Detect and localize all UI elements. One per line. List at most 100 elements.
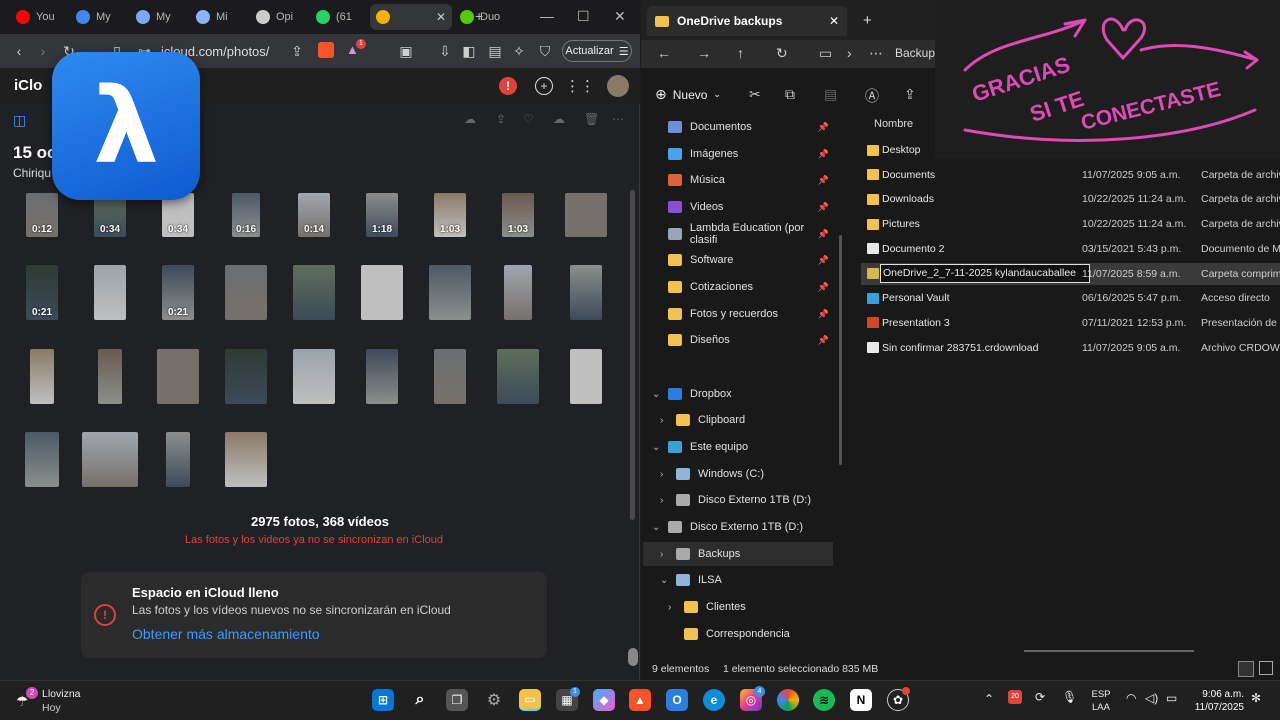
photo-thumbnail[interactable] (94, 265, 126, 320)
cut-icon[interactable]: ✂ (749, 86, 761, 103)
photo-thumbnail[interactable] (225, 349, 267, 404)
more-breadcrumb-icon[interactable]: ⋯ (869, 45, 883, 62)
wifi-icon[interactable]: ◠ (1126, 691, 1136, 705)
nav-item[interactable]: › Clientes (643, 595, 833, 619)
photo-thumbnail[interactable] (504, 265, 532, 320)
calendar-icon[interactable]: 20 (1008, 690, 1022, 704)
photo-thumbnail[interactable] (429, 265, 471, 320)
outlook-icon[interactable]: O (666, 689, 688, 711)
details-view-icon[interactable] (1238, 661, 1254, 677)
paste-icon[interactable]: ▤ (824, 86, 837, 103)
nav-item[interactable]: › Disco Externo 1TB (D:) (643, 488, 833, 512)
photo-thumbnail[interactable]: 0:14 (298, 193, 330, 237)
chevron-right-icon[interactable]: › (660, 415, 663, 426)
start-button[interactable]: ⊞ (372, 689, 394, 711)
microphone-icon[interactable]: 🎙 (1062, 690, 1077, 704)
edge-icon[interactable]: e (703, 689, 725, 711)
nav-item[interactable]: ⌄ Este equipo (643, 435, 833, 459)
column-header-name[interactable]: Nombre (874, 118, 913, 130)
photo-thumbnail[interactable] (570, 349, 602, 404)
nav-item[interactable]: Correspondencia (643, 622, 833, 646)
task-view-icon[interactable]: ❐ (446, 689, 468, 711)
photo-thumbnail[interactable]: 0:21 (26, 265, 58, 320)
file-row[interactable]: Sin confirmar 283751.crdownload 11/07/202… (861, 337, 1280, 359)
show-hidden-icons[interactable]: ⌃ (984, 692, 994, 706)
monitor-icon[interactable]: ▭ (819, 45, 832, 62)
file-row[interactable]: Presentation 3 07/11/2021 12:53 p.m. Prese… (861, 312, 1280, 334)
nav-pane-scrollbar[interactable] (839, 235, 842, 465)
notification-icon[interactable]: ✻ (1251, 691, 1261, 705)
copy-icon[interactable]: ⧉ (785, 86, 795, 103)
notion-icon[interactable]: N (850, 689, 872, 711)
nav-item[interactable]: Software 📌 (643, 248, 833, 272)
chevron-down-icon[interactable]: ⌄ (652, 389, 660, 400)
rename-input[interactable]: OneDrive_2_7-11-2025 kylandaucaballee (880, 263, 1090, 283)
nav-item[interactable]: › Backups (643, 542, 833, 566)
photo-thumbnail[interactable] (98, 349, 122, 404)
back-arrow-icon[interactable]: ← (657, 45, 671, 61)
chevron-down-icon[interactable]: ⌄ (652, 442, 660, 453)
photo-thumbnail[interactable] (30, 349, 54, 404)
chrome-icon[interactable] (777, 689, 799, 711)
photo-thumbnail[interactable] (25, 432, 59, 487)
close-tab-icon[interactable]: ✕ (829, 14, 839, 28)
explorer-tab[interactable]: OneDrive backups ✕ (647, 6, 847, 36)
nav-item[interactable]: ⌄ Dropbox (643, 382, 833, 406)
photo-thumbnail[interactable]: 1:03 (502, 193, 534, 237)
new-tab-icon[interactable]: + (863, 12, 872, 29)
sync-icon[interactable]: ⟳ (1035, 690, 1045, 704)
battery-icon[interactable]: ▭ (1166, 691, 1177, 705)
file-row[interactable]: Personal Vault 06/16/2025 5:47 p.m. Acceso… (861, 287, 1280, 309)
nav-item[interactable]: Videos 📌 (643, 195, 833, 219)
nav-item[interactable]: › Windows (C:) (643, 462, 833, 486)
horizontal-scrollbar[interactable] (1024, 650, 1194, 652)
settings-icon[interactable]: ⚙ (483, 689, 505, 711)
nav-item[interactable]: Fotos y recuerdos 📌 (643, 302, 833, 326)
photo-thumbnail[interactable] (166, 432, 190, 487)
photo-thumbnail[interactable]: 1:03 (434, 193, 466, 237)
photo-thumbnail[interactable]: 0:16 (232, 193, 260, 237)
photo-thumbnail[interactable] (293, 265, 335, 320)
photo-thumbnail[interactable]: 0:21 (162, 265, 194, 320)
file-explorer-icon[interactable]: ▭ (519, 689, 541, 711)
photo-thumbnail[interactable] (434, 349, 466, 404)
forward-arrow-icon[interactable]: → (697, 45, 711, 61)
photo-thumbnail[interactable] (565, 193, 607, 237)
scroll-thumb[interactable] (628, 648, 638, 666)
photo-thumbnail[interactable] (82, 432, 138, 487)
copilot-icon[interactable]: ◆ (593, 689, 615, 711)
file-row[interactable]: OneDrive_2_7-11-2025 kylandaucaballee 11/… (861, 262, 1280, 285)
search-icon[interactable]: ⌕ (409, 689, 431, 711)
chevron-right-icon[interactable]: › (660, 549, 663, 560)
nav-item[interactable]: Música 📌 (643, 168, 833, 192)
chevron-right-icon[interactable]: › (668, 602, 671, 613)
photo-thumbnail[interactable] (361, 265, 403, 320)
photo-thumbnail[interactable]: 0:12 (26, 193, 58, 237)
file-row[interactable]: Pictures 10/22/2025 11:24 a.m. Carpeta de … (861, 213, 1280, 235)
photos-scrollbar[interactable] (630, 190, 635, 520)
language-indicator[interactable]: ESP LAA (1090, 688, 1112, 714)
photo-thumbnail[interactable] (157, 349, 199, 404)
file-row[interactable]: Documento 2 03/15/2021 5:43 p.m. Documento… (861, 238, 1280, 260)
new-button[interactable]: ⊕ Nuevo ⌄ (655, 86, 721, 103)
photo-thumbnail[interactable]: 1:18 (366, 193, 398, 237)
chevron-down-icon[interactable]: ⌄ (660, 575, 668, 586)
nav-item[interactable]: ⌄ Disco Externo 1TB (D:) (643, 515, 833, 539)
clock[interactable]: 9:06 a.m. 11/07/2025 (1190, 688, 1244, 714)
chevron-right-icon[interactable]: › (847, 45, 852, 61)
nav-item[interactable]: Cotizaciones 📌 (643, 275, 833, 299)
file-row[interactable]: Downloads 10/22/2025 11:24 a.m. Carpeta de… (861, 188, 1280, 210)
brave-icon[interactable]: ▲ (629, 689, 651, 711)
get-more-storage-link[interactable]: Obtener más almacenamiento (132, 626, 320, 642)
photo-thumbnail[interactable] (293, 349, 335, 404)
rename-icon[interactable]: Ⓐ (865, 86, 879, 106)
photo-thumbnail[interactable] (225, 265, 267, 320)
nav-item[interactable]: ⌄ ILSA (643, 568, 833, 592)
photo-thumbnail[interactable] (366, 349, 398, 404)
refresh-icon[interactable]: ↻ (776, 45, 788, 62)
chevron-right-icon[interactable]: › (660, 469, 663, 480)
share-icon[interactable]: ⇪ (904, 86, 916, 103)
nav-item[interactable]: Documentos 📌 (643, 115, 833, 139)
nav-item[interactable]: Lambda Education (por clasifi 📌 (643, 222, 833, 246)
chevron-right-icon[interactable]: › (660, 495, 663, 506)
